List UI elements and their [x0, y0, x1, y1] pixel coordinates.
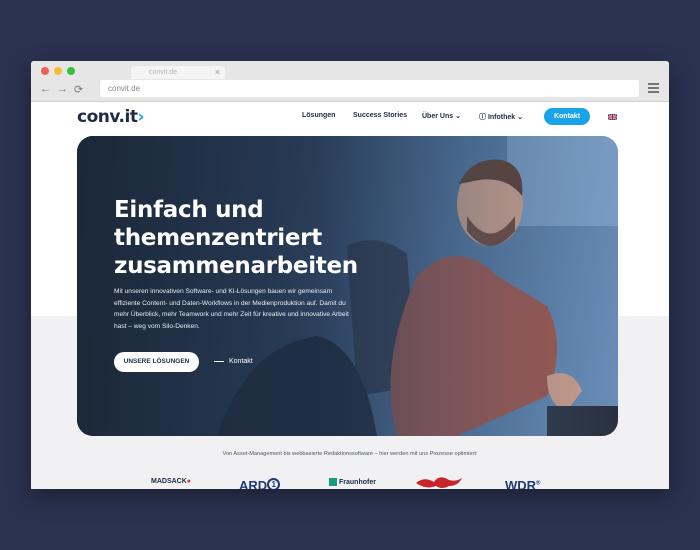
- logo-text: conv.it: [77, 107, 138, 127]
- forward-icon[interactable]: →: [57, 83, 68, 96]
- madsack-mark-icon: ●: [186, 478, 192, 485]
- nav-label: Über Uns: [422, 113, 454, 120]
- info-icon: ⓘ: [479, 114, 486, 121]
- fraunhofer-mark-icon: [329, 478, 337, 486]
- hamburger-menu-icon[interactable]: [648, 83, 659, 95]
- back-icon[interactable]: ←: [40, 83, 51, 96]
- ard-logo[interactable]: ARD 1: [239, 478, 281, 489]
- ard-one-icon: 1: [267, 478, 281, 489]
- wdr-logo-text: WDR: [505, 478, 537, 489]
- browser-window: convit.de × ← → ⟳ convit.de conv.it› Lös…: [31, 61, 669, 489]
- contact-button[interactable]: Kontakt: [544, 108, 590, 125]
- fraunhofer-logo[interactable]: Fraunhofer: [329, 478, 376, 486]
- logo-arrow-icon: ›: [137, 107, 144, 127]
- webpage: conv.it› Lösungen Success Stories Über U…: [31, 102, 669, 489]
- fraunhofer-logo-text: Fraunhofer: [339, 478, 376, 486]
- browser-tab[interactable]: convit.de ×: [131, 66, 225, 79]
- wdr-logo[interactable]: WDR®: [505, 478, 540, 489]
- tab-title: convit.de: [149, 69, 178, 76]
- uk-flag-icon[interactable]: [608, 114, 617, 120]
- window-controls: [41, 67, 75, 75]
- address-bar[interactable]: convit.de: [100, 80, 639, 97]
- contact-link-label: Kontakt: [229, 358, 253, 365]
- contact-link[interactable]: Kontakt: [214, 358, 253, 365]
- nav-item-loesungen[interactable]: Lösungen: [302, 112, 335, 119]
- wdr-registered-icon: ®: [536, 480, 541, 487]
- madsack-logo-text: MADSACK: [151, 478, 187, 485]
- red-bird-logo[interactable]: [414, 474, 464, 489]
- close-window-button[interactable]: [41, 67, 49, 75]
- nav-item-ueber-uns[interactable]: Über Uns ⌄: [422, 112, 461, 120]
- maximize-window-button[interactable]: [67, 67, 75, 75]
- nav-item-success-stories[interactable]: Success Stories: [353, 112, 407, 119]
- browser-chrome: convit.de × ← → ⟳ convit.de: [31, 61, 669, 102]
- ard-logo-text: ARD: [239, 478, 268, 489]
- hero-title: Einfach und themenzentriert zusammenarbe…: [114, 197, 358, 279]
- reload-icon[interactable]: ⟳: [74, 83, 83, 96]
- site-header: conv.it› Lösungen Success Stories Über U…: [31, 102, 669, 132]
- hero-description: Mit unseren innovativen Software- und KI…: [114, 288, 349, 330]
- minimize-window-button[interactable]: [54, 67, 62, 75]
- link-line-decoration: [214, 360, 224, 362]
- madsack-logo[interactable]: MADSACK●: [151, 478, 191, 485]
- browser-nav-buttons: ← → ⟳: [40, 83, 83, 96]
- chevron-down-icon: ⌄: [455, 113, 461, 120]
- tab-close-icon[interactable]: ×: [215, 67, 220, 77]
- our-solutions-button[interactable]: UNSERE LÖSUNGEN: [114, 352, 199, 372]
- nav-item-infothek[interactable]: ⓘ Infothek ⌄: [479, 112, 523, 122]
- chevron-down-icon: ⌄: [517, 114, 524, 121]
- client-logos-caption: Von Asset-Management bis webbasierte Red…: [222, 451, 478, 457]
- site-logo[interactable]: conv.it›: [77, 107, 144, 127]
- nav-label: Infothek: [487, 114, 516, 121]
- hero-banner: Einfach und themenzentriert zusammenarbe…: [77, 136, 618, 436]
